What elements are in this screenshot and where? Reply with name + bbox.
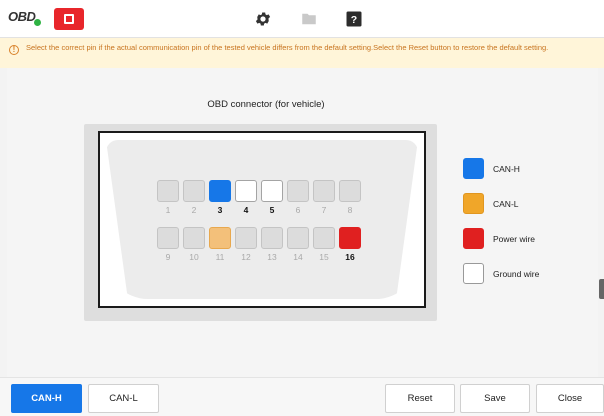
pins-row-top (157, 180, 361, 202)
pin-1[interactable] (157, 180, 179, 202)
pin-16[interactable] (339, 227, 361, 249)
pin-number: 16 (345, 252, 355, 262)
obd-connector-frame: 1 2 3 4 5 6 7 8 9 10 11 12 13 14 15 16 (98, 131, 426, 308)
reset-button[interactable]: Reset (385, 384, 455, 413)
can-l-swatch (463, 193, 484, 214)
pin-13[interactable] (261, 227, 283, 249)
pin-3[interactable] (209, 180, 231, 202)
pin-number: 7 (321, 205, 327, 215)
legend-label: CAN-H (493, 163, 520, 174)
pin-number: 8 (347, 205, 353, 215)
pin-7[interactable] (313, 180, 335, 202)
pin-4[interactable] (235, 180, 257, 202)
folder-icon[interactable] (300, 10, 318, 28)
pin-14[interactable] (287, 227, 309, 249)
obd-connector-panel: 1 2 3 4 5 6 7 8 9 10 11 12 13 14 15 16 (84, 124, 437, 321)
legend-item-can-h: CAN-H (463, 158, 520, 179)
pin-number: 1 (165, 205, 171, 215)
legend-item-power-wire: Power wire (463, 228, 535, 249)
pin-number: 12 (241, 252, 251, 262)
save-button[interactable]: Save (460, 384, 530, 413)
legend-item-ground-wire: Ground wire (463, 263, 539, 284)
pin-number: 5 (269, 205, 275, 215)
pin-8[interactable] (339, 180, 361, 202)
pin-6[interactable] (287, 180, 309, 202)
top-toolbar: OBD ? (0, 0, 604, 38)
pin-number: 6 (295, 205, 301, 215)
connection-status-dot (34, 19, 41, 26)
tab-can-l[interactable]: CAN-L (88, 384, 159, 413)
pin-numbers-top: 1 2 3 4 5 6 7 8 (157, 205, 361, 215)
pin-number: 3 (217, 205, 223, 215)
pin-12[interactable] (235, 227, 257, 249)
obd-connector-shape (106, 140, 418, 299)
svg-text:?: ? (351, 14, 357, 26)
side-drawer-handle[interactable] (599, 279, 604, 299)
notice-text: Select the correct pin if the actual com… (26, 43, 549, 52)
pin-15[interactable] (313, 227, 335, 249)
pin-number: 2 (191, 205, 197, 215)
tab-can-h[interactable]: CAN-H (11, 384, 82, 413)
pin-2[interactable] (183, 180, 205, 202)
info-icon: ! (9, 45, 19, 55)
obd-logo: OBD (8, 9, 36, 24)
pin-number: 4 (243, 205, 249, 215)
pin-number: 10 (189, 252, 199, 262)
pin-number: 14 (293, 252, 303, 262)
pin-number: 9 (165, 252, 171, 262)
stop-button[interactable] (54, 8, 84, 30)
can-h-swatch (463, 158, 484, 179)
pin-numbers-bottom: 9 10 11 12 13 14 15 16 (157, 252, 361, 262)
main-content: OBD connector (for vehicle) 1 2 3 4 5 6 … (7, 68, 598, 377)
pin-number: 15 (319, 252, 329, 262)
pin-5[interactable] (261, 180, 283, 202)
ground-wire-swatch (463, 263, 484, 284)
pin-11[interactable] (209, 227, 231, 249)
legend-label: Power wire (493, 233, 536, 244)
power-wire-swatch (463, 228, 484, 249)
connector-title: OBD connector (for vehicle) (207, 99, 325, 110)
bottom-toolbar: CAN-H CAN-L Reset Save Close (0, 377, 604, 416)
pin-number: 11 (215, 252, 225, 262)
pin-10[interactable] (183, 227, 205, 249)
help-icon[interactable]: ? (345, 10, 363, 28)
notice-banner: ! Select the correct pin if the actual c… (0, 38, 604, 68)
legend-item-can-l: CAN-L (463, 193, 519, 214)
gear-icon[interactable] (254, 10, 272, 28)
legend-label: Ground wire (493, 268, 540, 279)
legend-label: CAN-L (493, 198, 519, 209)
pin-number: 13 (267, 252, 277, 262)
close-button[interactable]: Close (536, 384, 604, 413)
pin-9[interactable] (157, 227, 179, 249)
stop-icon (64, 14, 74, 24)
pins-row-bottom (157, 227, 361, 249)
